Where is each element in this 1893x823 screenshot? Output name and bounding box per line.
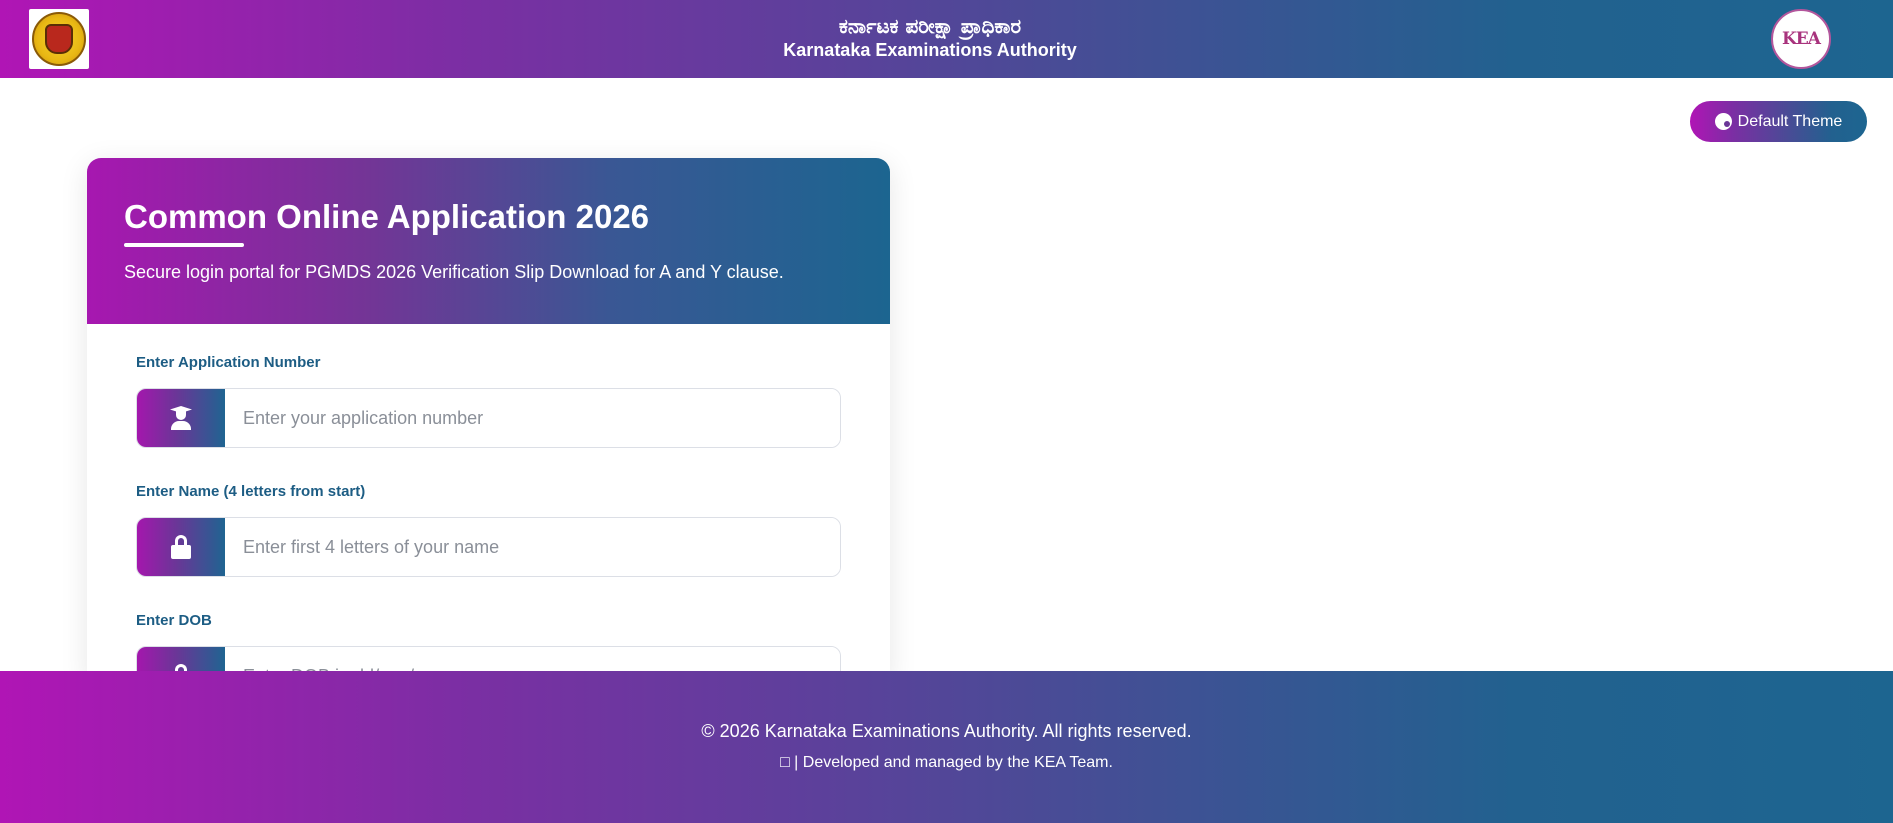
theme-button-label: Default Theme (1737, 112, 1843, 130)
title-underline (124, 243, 244, 247)
name-label: Enter Name (4 letters from start) (136, 483, 366, 500)
kea-logo-text: KEA (1782, 29, 1821, 49)
application-number-label: Enter Application Number (136, 354, 321, 371)
dob-label: Enter DOB (136, 612, 212, 629)
header-title: ಕರ್ನಾಟಕ ಪರೀಕ್ಷಾ ಪ್ರಾಧಿಕಾರ Karnataka Exam… (0, 14, 1860, 62)
name-input[interactable] (225, 518, 840, 576)
graduate-icon (137, 389, 225, 447)
footer-developed-by: □ | Developed and managed by the KEA Tea… (0, 754, 1893, 772)
header-title-kannada: ಕರ್ನಾಟಕ ಪರೀಕ್ಷಾ ಪ್ರಾಧಿಕಾರ (838, 14, 1022, 38)
header-title-english: Karnataka Examinations Authority (783, 40, 1077, 60)
card-subtitle: Secure login portal for PGMDS 2026 Verif… (124, 262, 784, 282)
card-header: Common Online Application 2026 Secure lo… (87, 158, 890, 324)
card-title: Common Online Application 2026 (124, 198, 650, 235)
palette-icon (1714, 113, 1732, 130)
heart-icon: □ (780, 754, 795, 771)
login-card: Common Online Application 2026 Secure lo… (87, 158, 890, 678)
application-number-field (136, 388, 841, 448)
page-footer: © 2026 Karnataka Examinations Authority.… (0, 671, 1893, 823)
footer-developed-text: | Developed and managed by the KEA Team. (794, 754, 1113, 771)
name-field (136, 517, 841, 577)
kea-logo: KEA (1771, 9, 1831, 69)
default-theme-button[interactable]: Default Theme (1690, 101, 1867, 142)
footer-copyright: © 2026 Karnataka Examinations Authority.… (701, 721, 1192, 741)
login-form: Enter Application Number Enter Name (4 l… (87, 324, 890, 678)
lock-icon (137, 518, 225, 576)
top-header: ಕರ್ನಾಟಕ ಪರೀಕ್ಷಾ ಪ್ರಾಧಿಕಾರ Karnataka Exam… (0, 0, 1893, 78)
application-number-input[interactable] (225, 389, 840, 447)
